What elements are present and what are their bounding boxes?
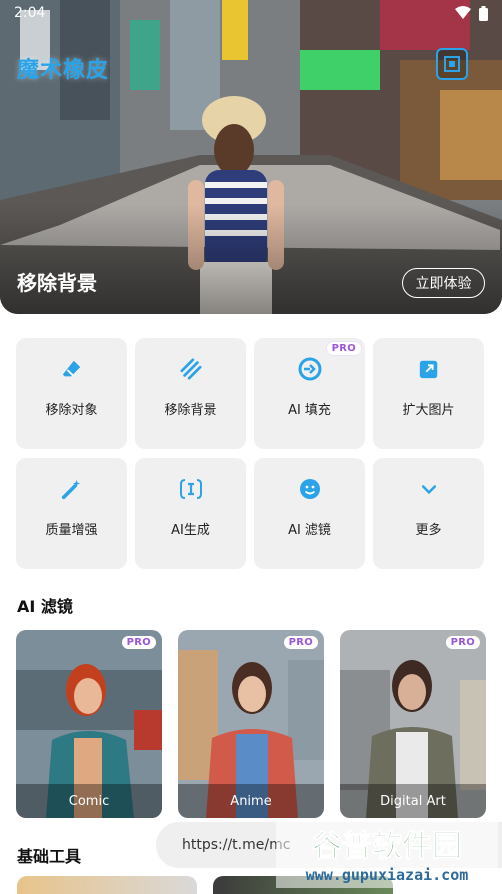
tool-ai-generate[interactable]: AI生成	[135, 458, 246, 569]
tool-label: 扩大图片	[402, 403, 455, 418]
tool-remove-object[interactable]: 移除对象	[16, 338, 127, 449]
svg-text:谷普软件园: 谷普软件园	[312, 829, 462, 864]
pro-badge: PRO	[283, 636, 318, 649]
tool-ai-fill[interactable]: PRO AI 填充	[254, 338, 365, 449]
filter-name: Digital Art	[340, 784, 486, 818]
try-now-button[interactable]: 立即体验	[402, 268, 485, 298]
tool-label: 更多	[415, 523, 442, 538]
pro-badge: PRO	[445, 636, 480, 649]
section-title-ai-filters: AI 滤镜	[17, 597, 73, 616]
status-bar: 2:04	[0, 0, 502, 26]
tool-ai-filter[interactable]: AI 滤镜	[254, 458, 365, 569]
section-title-basic-tools: 基础工具	[17, 847, 82, 866]
tool-label: 移除背景	[164, 403, 217, 418]
tool-quality-enhance[interactable]: 质量增强	[16, 458, 127, 569]
tool-label: 质量增强	[45, 523, 98, 538]
filter-name: Comic	[16, 784, 162, 818]
pro-badge: PRO	[121, 636, 156, 649]
pro-badge: PRO	[326, 342, 361, 355]
filter-name: Anime	[178, 784, 324, 818]
toast-text: https://t.me/mc	[182, 837, 291, 853]
status-icons	[455, 5, 488, 21]
filter-card-anime[interactable]: PRO Anime	[178, 630, 324, 818]
battery-icon	[479, 5, 488, 21]
magic-wand-icon	[60, 477, 84, 501]
app-logo-icon[interactable]	[436, 48, 468, 80]
tool-label: 移除对象	[45, 403, 98, 418]
basic-tool-thumb[interactable]	[17, 876, 197, 894]
filter-card-comic[interactable]: PRO Comic	[16, 630, 162, 818]
filter-card-digital-art[interactable]: PRO Digital Art	[340, 630, 486, 818]
hero-title: 移除背景	[17, 271, 97, 295]
app-title: 魔术橡皮	[17, 58, 110, 83]
eraser-icon	[60, 357, 84, 381]
status-time: 2:04	[14, 5, 46, 21]
ai-text-icon	[179, 477, 203, 501]
diagonal-stripes-icon	[179, 357, 203, 381]
tool-more[interactable]: 更多	[373, 458, 484, 569]
watermark-logo: 谷普软件园 www.gupuxiazai.com	[276, 822, 498, 888]
tool-grid: 移除对象 移除背景 PRO AI 填充 扩大图片 质量增强 AI生成 AI 滤镜…	[16, 338, 486, 569]
wifi-icon	[455, 6, 471, 19]
expand-image-icon	[417, 357, 441, 381]
tool-label: AI 滤镜	[288, 523, 331, 538]
tool-remove-background[interactable]: 移除背景	[135, 338, 246, 449]
tool-label: AI生成	[171, 523, 210, 538]
face-sparkle-icon	[298, 477, 322, 501]
filter-carousel[interactable]: PRO Comic PRO Anime PRO Digital Art	[16, 630, 502, 818]
svg-text:www.gupuxiazai.com: www.gupuxiazai.com	[306, 866, 469, 884]
tool-expand-image[interactable]: 扩大图片	[373, 338, 484, 449]
chevron-down-icon	[417, 477, 441, 501]
tool-label: AI 填充	[288, 403, 331, 418]
refresh-fill-icon	[298, 357, 322, 381]
